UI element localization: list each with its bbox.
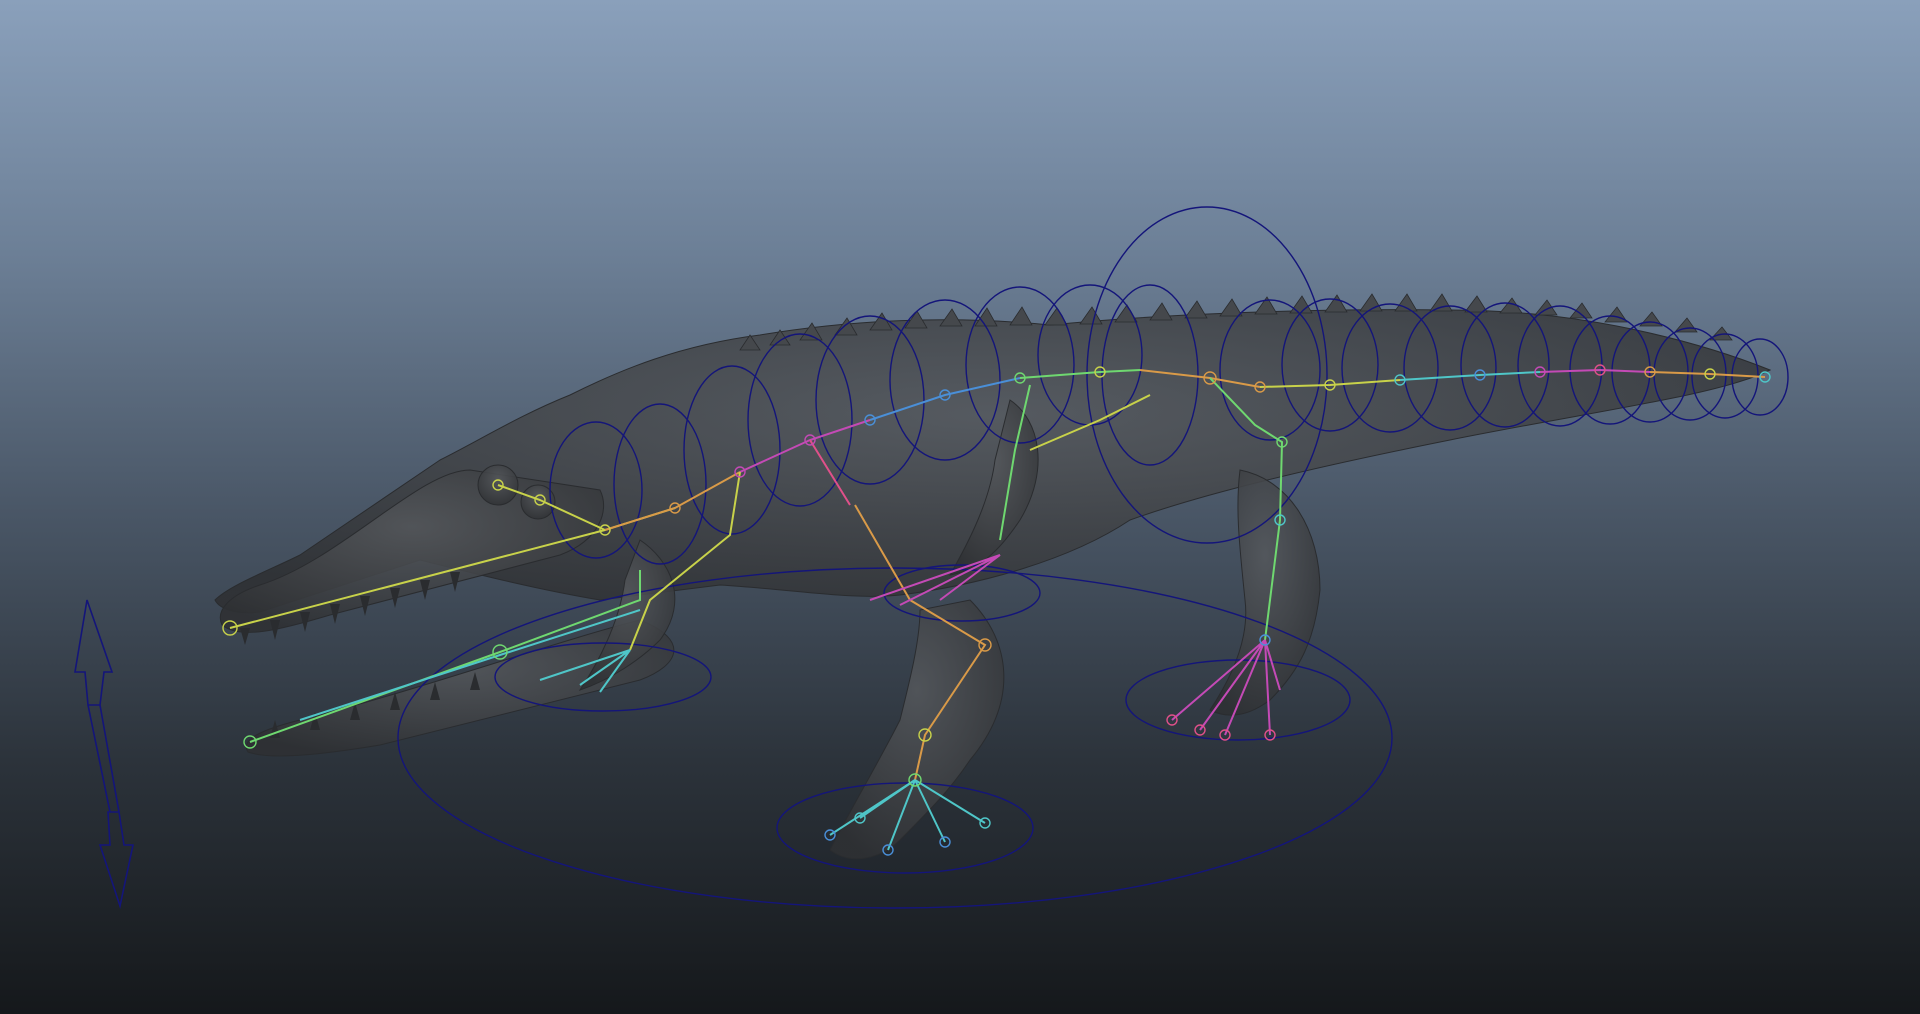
scene-canvas[interactable] [0,0,1920,1014]
double-arrow-manipulator[interactable] [74,599,134,910]
crocodile-mesh[interactable] [214,309,1772,860]
double-arrow-icon[interactable] [74,599,134,910]
3d-viewport[interactable] [0,0,1920,1014]
back-leg-foreground[interactable] [1209,469,1321,716]
